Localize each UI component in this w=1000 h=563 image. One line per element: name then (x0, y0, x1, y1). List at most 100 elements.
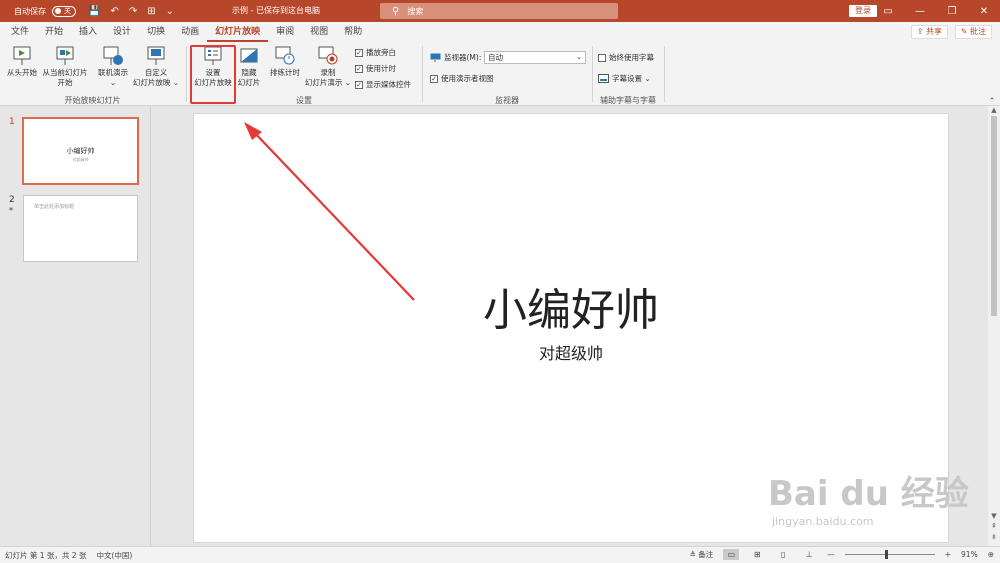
scroll-up-icon[interactable]: ▲ (988, 106, 1000, 114)
autosave-state: 关 (64, 7, 71, 15)
search-icon: ⚲ (392, 5, 400, 17)
tab-insert[interactable]: 插入 (71, 22, 105, 42)
tab-view[interactable]: 视图 (302, 22, 336, 42)
ribbon: 从头开始 从当前幻灯片 开始 联机演示 ⌄ 自定义 幻灯片放映 ⌄ 开始放映幻灯… (0, 42, 1000, 106)
slide-marker: * (9, 206, 13, 215)
show-media-controls-label: 显示媒体控件 (366, 80, 411, 89)
fit-to-window-icon[interactable]: ⊕ (988, 550, 994, 559)
rehearse-timings-icon (275, 46, 295, 65)
custom-slideshow-button[interactable]: 自定义 幻灯片放映 ⌄ (132, 46, 180, 88)
monitor-label: 监视器(M): (430, 52, 481, 63)
customize-qat-icon[interactable]: ⌄ (166, 6, 174, 17)
record-icon (318, 46, 338, 65)
group-label-captions: 辅助字幕与字幕 (600, 96, 656, 105)
share-label: 共享 (926, 27, 942, 36)
record-slideshow-button[interactable]: 录制 幻灯片演示 ⌄ (304, 46, 352, 88)
hide-slide-label-2: 幻灯片 (237, 78, 261, 87)
document-title: 示例 - 已保存到这台电脑 (232, 6, 320, 15)
restore-icon[interactable]: ❐ (936, 6, 968, 17)
rehearse-timings-button[interactable]: 排练计时 (266, 46, 304, 78)
slideshow-view-icon[interactable]: ⊥ (801, 549, 817, 560)
record-label-2: 幻灯片演示 ⌄ (304, 78, 352, 87)
status-bar: 幻灯片 第 1 张，共 2 张 中文(中国) ≜ 备注 ▭ ⊞ ▯ ⊥ — + … (0, 546, 1000, 563)
zoom-out-button[interactable]: — (827, 550, 835, 559)
always-captions-checkbox[interactable]: 始终使用字幕 (598, 52, 654, 63)
save-icon[interactable]: 💾 (88, 6, 100, 17)
tab-design[interactable]: 设计 (105, 22, 139, 42)
slide-thumbnail-1[interactable]: 小编好帅 对超级帅 (22, 117, 139, 185)
present-online-label: 联机演示 (98, 68, 128, 77)
comments-button[interactable]: ✎ 批注 (954, 25, 992, 39)
record-label-1: 录制 (320, 68, 336, 77)
slide-counter: 幻灯片 第 1 张，共 2 张 (5, 550, 87, 560)
thumbnail-placeholder: 单击此处添加标题 (34, 204, 75, 210)
zoom-level[interactable]: 91% (961, 550, 978, 559)
presenter-view-checkbox[interactable]: ✓ 使用演示者视图 (430, 73, 494, 84)
slide-subtitle[interactable]: 对超级帅 (194, 340, 948, 364)
caption-settings-label: 字幕设置 ⌄ (612, 74, 651, 83)
from-current-label-1: 从当前幻灯片 (42, 68, 88, 77)
hide-slide-button[interactable]: 隐藏 幻灯片 (236, 46, 262, 88)
vertical-scrollbar[interactable]: ▲ ▼ ⇞ ⇟ (988, 106, 1000, 546)
play-narrations-checkbox[interactable]: ✓ 播放旁白 (355, 47, 396, 58)
present-icon[interactable]: ⊞ (147, 6, 155, 17)
tab-file[interactable]: 文件 (3, 22, 37, 42)
tab-review[interactable]: 审阅 (268, 22, 302, 42)
group-label-start: 开始放映幻灯片 (64, 96, 121, 105)
custom-slideshow-label-2: 幻灯片放映 ⌄ (132, 78, 180, 87)
slide-sorter-icon[interactable]: ⊞ (749, 549, 765, 560)
play-narrations-label: 播放旁白 (366, 48, 396, 57)
zoom-slider[interactable] (844, 550, 935, 559)
always-captions-label: 始终使用字幕 (609, 53, 654, 62)
group-divider (422, 46, 423, 102)
hide-slide-label-1: 隐藏 (241, 68, 257, 77)
monitor-select-value: 自动 (488, 53, 503, 62)
search-placeholder: 搜索 (407, 6, 424, 16)
scrollbar-thumb[interactable] (991, 116, 997, 316)
notes-button[interactable]: ≜ 备注 (690, 549, 714, 560)
from-current-icon (56, 46, 74, 65)
scroll-down-icon[interactable]: ▼ (988, 512, 1000, 520)
reading-view-icon[interactable]: ▯ (775, 549, 791, 560)
zoom-in-button[interactable]: + (945, 550, 951, 559)
redo-icon[interactable]: ↷ (129, 6, 137, 17)
caption-settings-button[interactable]: 字幕设置 ⌄ (598, 73, 651, 84)
autosave-toggle[interactable]: 关 (52, 5, 76, 17)
rehearse-timings-label: 排练计时 (270, 68, 300, 77)
previous-slide-icon[interactable]: ⇞ (988, 522, 1000, 530)
baidu-watermark: Bai du 经验 jingyan.baidu.com (768, 466, 969, 528)
tab-animations[interactable]: 动画 (173, 22, 207, 42)
next-slide-icon[interactable]: ⇟ (988, 533, 1000, 541)
language-indicator[interactable]: 中文(中国) (96, 550, 132, 561)
minimize-icon[interactable]: — (904, 6, 936, 17)
tab-home[interactable]: 开始 (37, 22, 71, 42)
autosave: 自动保存 关 (14, 5, 76, 17)
undo-icon[interactable]: ↶ (110, 6, 118, 17)
slide-title[interactable]: 小编好帅 (194, 274, 948, 338)
share-button[interactable]: ⇪ 共享 (910, 25, 948, 39)
close-icon[interactable]: ✕ (968, 6, 1000, 17)
use-timings-checkbox[interactable]: ✓ 使用计时 (355, 63, 396, 74)
checkbox-checked-icon: ✓ (355, 64, 363, 73)
slide-thumbnail-2[interactable]: 单击此处添加标题 (23, 195, 138, 262)
search-box[interactable]: ⚲ 搜索 (380, 3, 618, 19)
tab-slideshow[interactable]: 幻灯片放映 (207, 22, 269, 42)
share-icon: ⇪ (916, 27, 926, 36)
quick-access-toolbar: 💾 ↶ ↷ ⊞ ⌄ (88, 6, 174, 17)
present-online-button[interactable]: 联机演示 ⌄ (96, 46, 130, 88)
monitor-icon (430, 53, 441, 62)
monitor-select[interactable]: 自动 ⌄ (484, 51, 586, 64)
tab-transitions[interactable]: 切换 (139, 22, 173, 42)
ribbon-tabs: 文件 开始 插入 设计 切换 动画 幻灯片放映 审阅 视图 帮助 ⇪ 共享 ✎ … (0, 22, 1000, 42)
slide-number: 2 (9, 195, 15, 205)
autosave-label: 自动保存 (14, 6, 46, 16)
ribbon-display-icon[interactable]: ▭ (872, 6, 904, 17)
watermark-brand: Bai du 经验 (768, 474, 969, 514)
collapse-ribbon-icon[interactable]: ⌃ (986, 96, 998, 106)
zoom-slider-knob[interactable] (884, 550, 888, 559)
from-current-button[interactable]: 从当前幻灯片 开始 (40, 46, 90, 88)
tab-help[interactable]: 帮助 (336, 22, 370, 42)
normal-view-icon[interactable]: ▭ (723, 549, 740, 560)
from-beginning-button[interactable]: 从头开始 (4, 46, 40, 78)
show-media-controls-checkbox[interactable]: ✓ 显示媒体控件 (355, 79, 411, 90)
